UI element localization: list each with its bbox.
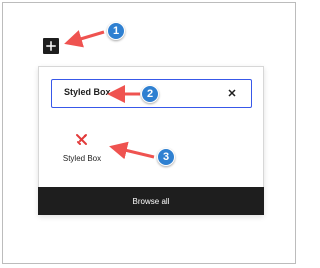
plus-icon [46, 41, 56, 51]
callout-badge-2: 2 [141, 85, 159, 103]
search-value: Styled Box [64, 87, 111, 97]
callout-badge-3: 3 [157, 148, 175, 166]
browse-all-button[interactable]: Browse all [38, 187, 264, 215]
add-block-button[interactable] [43, 38, 59, 54]
close-icon[interactable] [227, 88, 237, 98]
callout-number-1: 1 [112, 25, 120, 37]
styled-box-block[interactable]: Styled Box [55, 126, 109, 174]
styled-box-icon [76, 134, 87, 145]
block-label: Styled Box [62, 154, 102, 163]
callout-number-2: 2 [146, 88, 154, 100]
close-icon-svg [228, 89, 236, 97]
callout-badge-1: 1 [107, 22, 125, 40]
callout-number-3: 3 [162, 151, 170, 163]
